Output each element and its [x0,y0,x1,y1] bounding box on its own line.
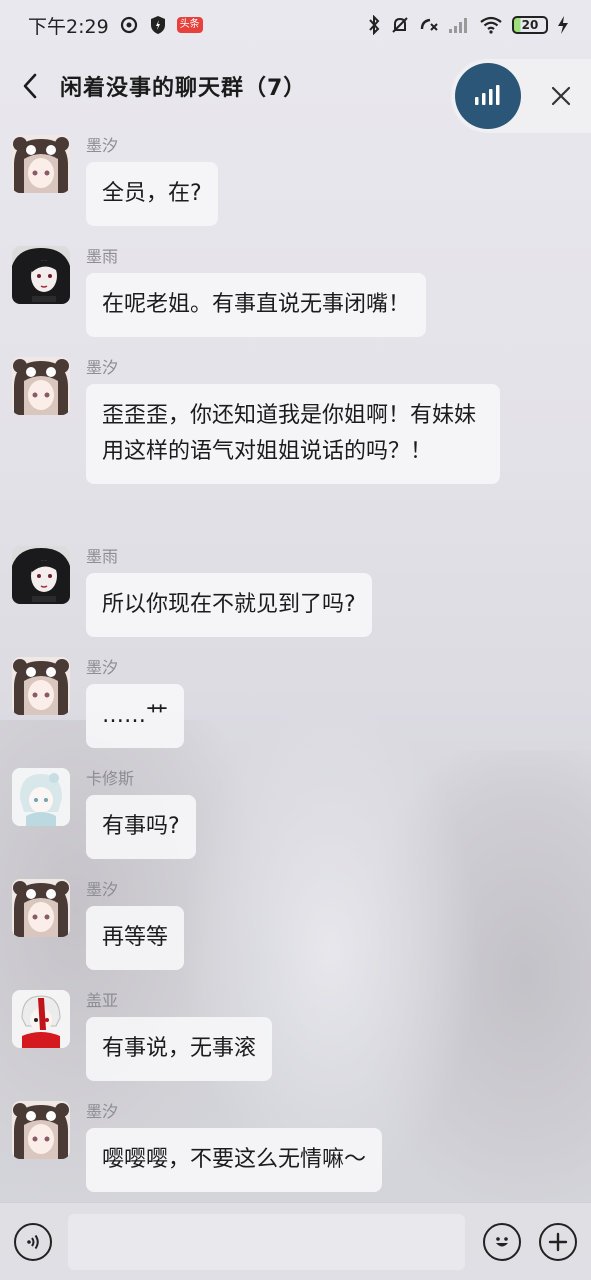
message-item: 墨汐 再等等 [12,879,185,970]
missed-call-icon [419,15,439,35]
message-item: 墨汐 嘤嘤嘤，不要这么无情嘛～ [12,1101,383,1192]
page-title: 闲着没事的聊天群（7） [60,76,307,101]
sender-name: 墨汐 [86,658,119,677]
back-button[interactable] [0,55,60,117]
voice-input-icon [27,1234,39,1249]
message-bubble[interactable]: 有事说，无事滚 [86,1017,273,1081]
message-bubble[interactable]: 在呢老姐。有事直说无事闭嘴！ [86,273,427,337]
sender-name: 墨汐 [86,1102,119,1121]
chat-header: 闲着没事的聊天群（7） [0,55,591,133]
status-bar: 下午2:29 头条 20 [0,0,591,50]
voice-input-button[interactable] [14,1222,52,1261]
girl-bear-hood-avatar[interactable] [12,357,70,415]
sender-name: 墨汐 [86,136,119,155]
sender-name: 盖亚 [86,991,119,1010]
sender-name: 墨雨 [86,247,119,266]
message-item: 盖亚 有事说，无事滚 [12,990,273,1081]
bluetooth-icon [367,15,381,35]
message-item: 墨雨 所以你现在不就见到了吗? [12,546,372,637]
voice-room-button[interactable] [455,63,521,129]
sender-name: 墨雨 [86,547,119,566]
girl-bear-hood-avatar[interactable] [12,1101,70,1159]
more-actions-button[interactable] [539,1222,577,1261]
voice-bars-icon [475,85,500,105]
signal-icon [448,16,470,34]
message-bubble[interactable]: 嘤嘤嘤，不要这么无情嘛～ [86,1128,383,1192]
emoji-button[interactable] [483,1222,521,1261]
message-input[interactable] [68,1213,465,1270]
message-item: 墨雨 在呢老姐。有事直说无事闭嘴！ [12,246,427,337]
message-bubble[interactable]: 歪歪歪，你还知道我是你姐啊！有妹妹用这样的语气对姐姐说话的吗？！ [86,384,500,484]
girl-bear-hood-avatar[interactable] [12,879,70,937]
input-bar [0,1202,591,1280]
message-item: 墨汐 歪歪歪，你还知道我是你姐啊！有妹妹用这样的语气对姐姐说话的吗？！ [12,357,500,484]
close-icon [551,86,571,106]
girl-bear-hood-avatar[interactable] [12,135,70,193]
message-item: 卡修斯 有事吗? [12,768,196,859]
toutiao-app-icon: 头条 [176,17,203,33]
dark-hair-girl-avatar[interactable] [12,246,70,304]
battery-icon: 20 [512,16,548,34]
message-bubble[interactable]: 所以你现在不就见到了吗? [86,573,372,637]
chevron-left-icon [23,73,37,99]
sender-name: 卡修斯 [86,769,135,788]
red-white-boy-avatar[interactable] [12,990,70,1048]
mute-bell-icon [390,15,410,35]
charging-icon [557,15,569,35]
message-bubble[interactable]: 有事吗? [86,795,196,859]
plus-icon [548,1232,568,1251]
close-float-button[interactable] [547,82,575,110]
sender-name: 墨汐 [86,880,119,899]
voice-room-float [451,59,591,133]
shield-icon [149,15,167,35]
wifi-icon [479,16,503,34]
sender-name: 墨汐 [86,358,119,377]
status-time: 下午2:29 [28,15,109,38]
white-hair-boy-avatar[interactable] [12,768,70,826]
message-bubble[interactable]: 再等等 [86,906,185,970]
dark-hair-girl-avatar[interactable] [12,546,70,604]
message-item: 墨汐 全员，在? [12,135,218,226]
girl-bear-hood-avatar[interactable] [12,657,70,715]
message-item: 墨汐 ……艹 [12,657,185,748]
message-bubble[interactable]: ……艹 [86,684,185,748]
emoji-icon [496,1236,508,1246]
sync-icon [119,15,139,35]
message-bubble[interactable]: 全员，在? [86,162,218,226]
